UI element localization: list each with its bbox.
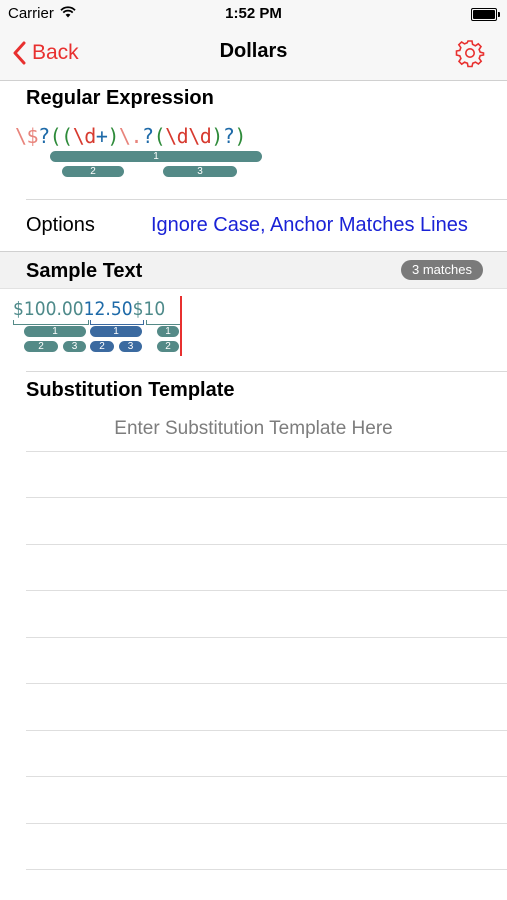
regex-token: ) xyxy=(107,124,119,148)
regex-token: + xyxy=(95,124,108,148)
sample-section-title: Sample Text xyxy=(26,260,143,282)
regex-token: ( xyxy=(153,124,166,148)
match-underline xyxy=(13,320,89,325)
ruled-line xyxy=(26,451,507,452)
substitution-section-title: Substitution Template xyxy=(26,379,235,401)
sample-text-header: Sample Text 3 matches xyxy=(0,251,507,289)
regex-group-pill-3: 3 xyxy=(163,166,237,177)
gear-icon xyxy=(455,40,485,68)
clock-label: 1:52 PM xyxy=(225,5,282,22)
regex-group-pill-2: 2 xyxy=(62,166,124,177)
navigation-bar: Back Dollars xyxy=(0,28,507,81)
ruled-line xyxy=(26,497,507,498)
regex-token: ? xyxy=(38,124,50,148)
matches-badge: 3 matches xyxy=(401,260,483,280)
regex-token: \. xyxy=(118,124,143,148)
regex-token: ) xyxy=(234,124,246,148)
options-value-link[interactable]: Ignore Case, Anchor Matches Lines xyxy=(151,214,468,237)
match-group-pill-1: 1 xyxy=(24,326,86,337)
divider xyxy=(26,199,507,200)
status-bar: Carrier 1:52 PM xyxy=(0,0,507,28)
ruled-line xyxy=(26,823,507,824)
settings-button[interactable] xyxy=(455,38,485,68)
ruled-line xyxy=(26,590,507,591)
back-button[interactable]: Back xyxy=(12,38,79,68)
regex-section-title: Regular Expression xyxy=(26,87,214,109)
ruled-line xyxy=(26,544,507,545)
match-group-pill-2: 2 xyxy=(157,341,179,352)
battery-icon xyxy=(471,8,500,21)
match-group-pill-3: 3 xyxy=(63,341,86,352)
match-underline xyxy=(90,320,144,325)
sample-match-3: $10 xyxy=(132,298,166,320)
chevron-left-icon xyxy=(13,41,26,65)
wifi-icon xyxy=(60,5,76,22)
options-label: Options xyxy=(26,214,95,236)
match-group-pill-3: 3 xyxy=(119,341,142,352)
substitution-template-input[interactable]: Enter Substitution Template Here xyxy=(0,418,507,440)
back-label: Back xyxy=(32,41,79,64)
text-cursor xyxy=(180,296,182,356)
ruled-line xyxy=(26,730,507,731)
match-group-pill-2: 2 xyxy=(90,341,114,352)
sample-match-2: 12.50 xyxy=(83,298,133,320)
match-group-pill-1: 1 xyxy=(157,326,179,337)
regex-token: ? xyxy=(222,124,235,148)
regex-token: ) xyxy=(211,124,223,148)
match-group-pill-1: 1 xyxy=(90,326,142,337)
regex-token: ? xyxy=(142,124,154,148)
ruled-line xyxy=(26,683,507,684)
regex-group-pill-1: 1 xyxy=(50,151,262,162)
carrier-label: Carrier xyxy=(8,5,54,22)
match-underline xyxy=(146,320,181,325)
regex-display[interactable]: \$?((\d+)\.?(\d\d)?) xyxy=(15,124,246,148)
match-group-pill-2: 2 xyxy=(24,341,58,352)
sample-match-1: $100.00 xyxy=(13,298,84,320)
divider xyxy=(26,371,507,372)
ruled-line xyxy=(26,869,507,870)
regex-token: \$ xyxy=(15,124,39,148)
ruled-line xyxy=(26,637,507,638)
regex-token: \d\d xyxy=(165,124,212,148)
sample-text-area[interactable]: $100.0012.50$10 xyxy=(13,298,165,320)
regex-token: (( xyxy=(49,124,74,148)
regex-token: \d xyxy=(72,124,97,148)
ruled-line xyxy=(26,776,507,777)
